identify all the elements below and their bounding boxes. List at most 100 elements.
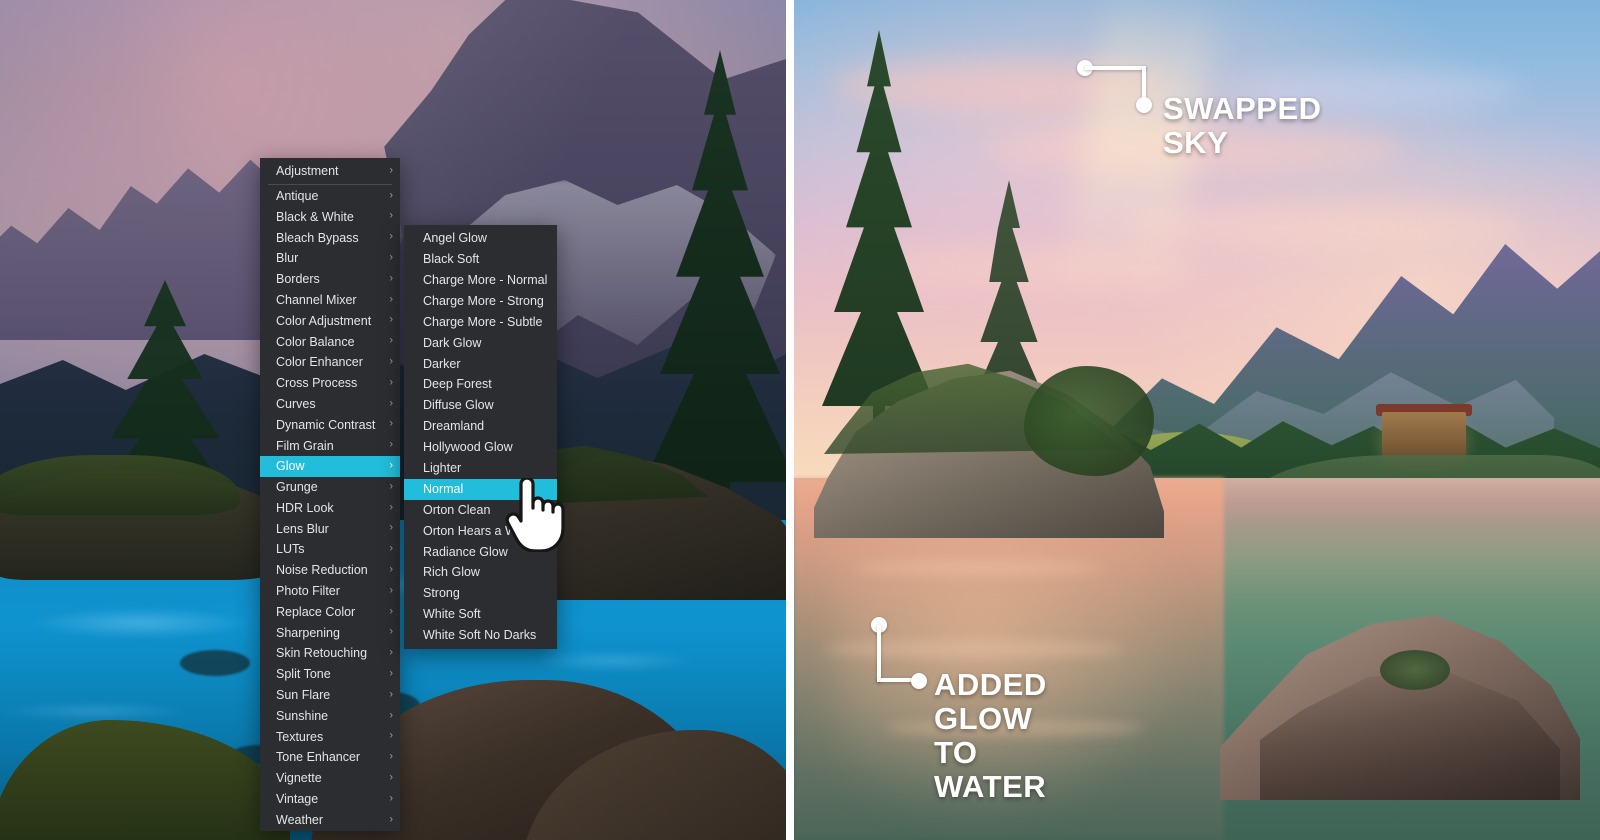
chevron-right-icon: › [389,480,393,493]
menu-item-label: Channel Mixer [276,292,357,307]
menu-item-label: Black Soft [423,252,480,267]
submenu-item-black-soft[interactable]: Black Soft [404,249,557,270]
chevron-right-icon: › [389,521,393,534]
menu-item-color-enhancer[interactable]: Color Enhancer › [260,352,400,373]
menu-item-dynamic-contrast[interactable]: Dynamic Contrast › [260,415,400,436]
menu-item-label: Normal [423,481,464,496]
chevron-right-icon: › [389,164,393,177]
comparison-view: SWAPPED SKY ADDED GLOW TO WATER Adjustme… [0,0,1600,840]
menu-item-label: Lens Blur [276,521,329,536]
menu-item-bleach-bypass[interactable]: Bleach Bypass › [260,227,400,248]
menu-item-antique[interactable]: Antique › [260,186,400,207]
menu-item-curves[interactable]: Curves › [260,394,400,415]
menu-item-film-grain[interactable]: Film Grain › [260,435,400,456]
menu-item-photo-filter[interactable]: Photo Filter › [260,581,400,602]
submenu-item-lighter[interactable]: Lighter [404,458,557,479]
chevron-right-icon: › [389,189,393,202]
menu-separator [268,183,392,185]
menu-item-noise-reduction[interactable]: Noise Reduction › [260,560,400,581]
after-cloud-3 [1124,205,1524,249]
menu-item-label: Dreamland [423,419,485,434]
chevron-right-icon: › [389,251,393,264]
glow-presets-submenu[interactable]: Angel Glow Black Soft Charge More - Normal… [404,225,557,649]
chevron-right-icon: › [389,438,393,451]
menu-item-textures[interactable]: Textures › [260,727,400,748]
menu-item-label: Glow [276,459,305,474]
menu-item-label: Vintage [276,792,319,807]
submenu-item-dark-glow[interactable]: Dark Glow [404,332,557,353]
menu-item-color-adjustment[interactable]: Color Adjustment › [260,311,400,332]
after-reflection-streak-1 [854,560,1104,576]
submenu-item-charge-more-subtle[interactable]: Charge More - Subtle [404,312,557,333]
submenu-item-normal[interactable]: Normal [404,478,557,500]
menu-item-weather[interactable]: Weather › [260,810,400,831]
menu-item-blur[interactable]: Blur › [260,248,400,269]
submenu-item-hollywood-glow[interactable]: Hollywood Glow [404,437,557,458]
menu-item-sharpening[interactable]: Sharpening › [260,623,400,644]
menu-item-label: Orton Clean [423,502,491,517]
effects-preset-menu[interactable]: Adjustment › Antique › Black & White › Bleach … [260,158,400,831]
menu-item-luts[interactable]: LUTs › [260,539,400,560]
submenu-item-darker[interactable]: Darker [404,353,557,374]
menu-item-vignette[interactable]: Vignette › [260,768,400,789]
menu-item-grunge[interactable]: Grunge › [260,477,400,498]
after-foreground-rock-moss [1380,650,1450,690]
chevron-right-icon: › [389,293,393,306]
menu-item-label: Strong [423,586,460,601]
panel-divider [786,0,794,840]
menu-item-adjustment[interactable]: Adjustment › [260,161,400,182]
menu-item-label: Bleach Bypass [276,230,359,245]
chevron-right-icon: › [389,667,393,680]
submenu-item-charge-more-strong[interactable]: Charge More - Strong [404,291,557,312]
chevron-right-icon: › [389,605,393,618]
menu-item-sunshine[interactable]: Sunshine › [260,706,400,727]
chevron-right-icon: › [389,376,393,389]
menu-item-label: Deep Forest [423,377,492,392]
menu-item-label: Cross Process [276,376,358,391]
chevron-right-icon: › [389,397,393,410]
chevron-right-icon: › [389,625,393,638]
menu-item-black-white[interactable]: Black & White › [260,207,400,228]
menu-item-glow[interactable]: Glow › [260,456,400,477]
menu-item-cross-process[interactable]: Cross Process › [260,373,400,394]
menu-item-sun-flare[interactable]: Sun Flare › [260,685,400,706]
menu-item-channel-mixer[interactable]: Channel Mixer › [260,290,400,311]
menu-item-label: Textures [276,729,324,744]
submenu-item-deep-forest[interactable]: Deep Forest [404,374,557,395]
menu-item-lens-blur[interactable]: Lens Blur › [260,519,400,540]
annotation-end-dot [1136,97,1152,113]
submenu-item-strong[interactable]: Strong [404,583,557,604]
chevron-right-icon: › [389,313,393,326]
submenu-item-white-soft[interactable]: White Soft [404,604,557,625]
submenu-item-rich-glow[interactable]: Rich Glow [404,562,557,583]
menu-item-color-balance[interactable]: Color Balance › [260,331,400,352]
submenu-item-dreamland[interactable]: Dreamland [404,416,557,437]
menu-item-tone-enhancer[interactable]: Tone Enhancer › [260,747,400,768]
menu-item-split-tone[interactable]: Split Tone › [260,664,400,685]
submenu-item-radiance-glow[interactable]: Radiance Glow [404,541,557,562]
submenu-item-white-soft-no-darks[interactable]: White Soft No Darks [404,625,557,646]
menu-item-label: Blur [276,251,299,266]
menu-item-label: Sun Flare [276,688,331,703]
submenu-item-diffuse-glow[interactable]: Diffuse Glow [404,395,557,416]
menu-item-hdr-look[interactable]: HDR Look › [260,498,400,519]
after-reflection-streak-2 [824,640,1124,658]
menu-item-label: Split Tone [276,667,331,682]
submenu-item-orton-clean[interactable]: Orton Clean [404,500,557,521]
menu-item-skin-retouching[interactable]: Skin Retouching › [260,643,400,664]
submenu-item-charge-more-normal[interactable]: Charge More - Normal [404,270,557,291]
submenu-item-angel-glow[interactable]: Angel Glow [404,228,557,249]
menu-item-label: HDR Look [276,500,334,515]
menu-item-label: Sunshine [276,708,329,723]
chevron-right-icon: › [389,709,393,722]
menu-item-label: Borders [276,272,320,287]
after-island-shrub [1024,366,1154,476]
menu-item-replace-color[interactable]: Replace Color › [260,602,400,623]
menu-item-vintage[interactable]: Vintage › [260,789,400,810]
chevron-right-icon: › [389,688,393,701]
chevron-right-icon: › [389,417,393,430]
menu-item-borders[interactable]: Borders › [260,269,400,290]
submenu-item-orton-hears-a-who[interactable]: Orton Hears a Who [404,520,557,541]
menu-item-label: Dynamic Contrast [276,417,376,432]
menu-item-label: Color Balance [276,334,355,349]
